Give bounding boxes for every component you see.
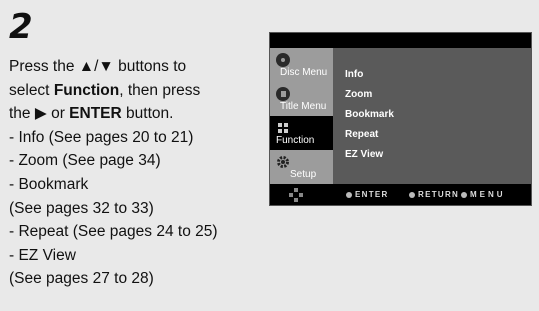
tab-title-menu[interactable]: Title Menu [270,82,333,116]
instruction-block: Press the ▲/▼ buttons to select Function… [9,55,279,291]
list-item: - Zoom (See page 34) [9,152,161,170]
instruction-keyword-enter: ENTER [69,105,122,123]
step-number: 2 [9,7,33,47]
menu-item-repeat[interactable]: Repeat [345,129,378,140]
instruction-line-1: Press the ▲/▼ buttons to [9,58,187,75]
hint-label: ENTER [355,190,389,199]
tab-function[interactable]: Function [270,116,333,150]
hint-enter: ENTER [346,190,389,199]
instruction-text: , then press [119,81,201,99]
list-item: - EZ View [9,246,76,264]
list-item-sub: (See pages 32 to 33) [9,199,154,217]
osd-main-area: Disc Menu Title Menu Function Setup Info… [270,48,531,184]
list-item: - Repeat (See pages 24 to 25) [9,223,218,241]
nav-arrows-icon [289,188,303,202]
enter-key-icon [346,192,352,198]
osd-sidebar: Disc Menu Title Menu Function Setup [270,48,333,184]
list-item-sub: (See pages 27 to 28) [9,270,154,288]
return-key-icon [409,192,415,198]
instruction-text: the ▶ or [9,105,70,123]
hint-menu: MENU [461,190,506,199]
osd-screen: Disc Menu Title Menu Function Setup Info… [269,32,532,206]
menu-item-ez-view[interactable]: EZ View [345,149,383,160]
hint-label: MENU [470,190,506,199]
tab-disc-menu[interactable]: Disc Menu [270,48,333,82]
menu-item-info[interactable]: Info [345,69,363,80]
menu-key-icon [461,192,467,198]
instruction-text: select [9,81,54,99]
tab-label: Disc Menu [280,67,328,78]
tab-setup[interactable]: Setup [270,150,333,184]
osd-top-bar [270,33,531,48]
osd-hint-bar: ENTER RETURN MENU [270,184,531,205]
tab-label: Setup [290,169,317,180]
list-item: - Info (See pages 20 to 21) [9,128,194,146]
list-item: - Bookmark [9,175,89,193]
instruction-line-3: the ▶ or ENTER button. [9,102,279,126]
instruction-keyword-function: Function [53,81,120,99]
tab-label: Title Menu [280,101,327,112]
tab-label: Function [276,135,315,146]
osd-function-menu: Info Zoom Bookmark Repeat EZ View [333,48,531,184]
menu-item-zoom[interactable]: Zoom [345,89,372,100]
hint-label: RETURN [418,190,460,199]
function-list: - Info (See pages 20 to 21) - Zoom (See … [9,126,279,291]
menu-item-bookmark[interactable]: Bookmark [345,109,394,120]
manual-page: 2 Press the ▲/▼ buttons to select Functi… [0,0,539,311]
instruction-line-2: select Function, then press [9,79,279,103]
instruction-text: button. [121,105,174,123]
hint-return: RETURN [409,190,459,199]
